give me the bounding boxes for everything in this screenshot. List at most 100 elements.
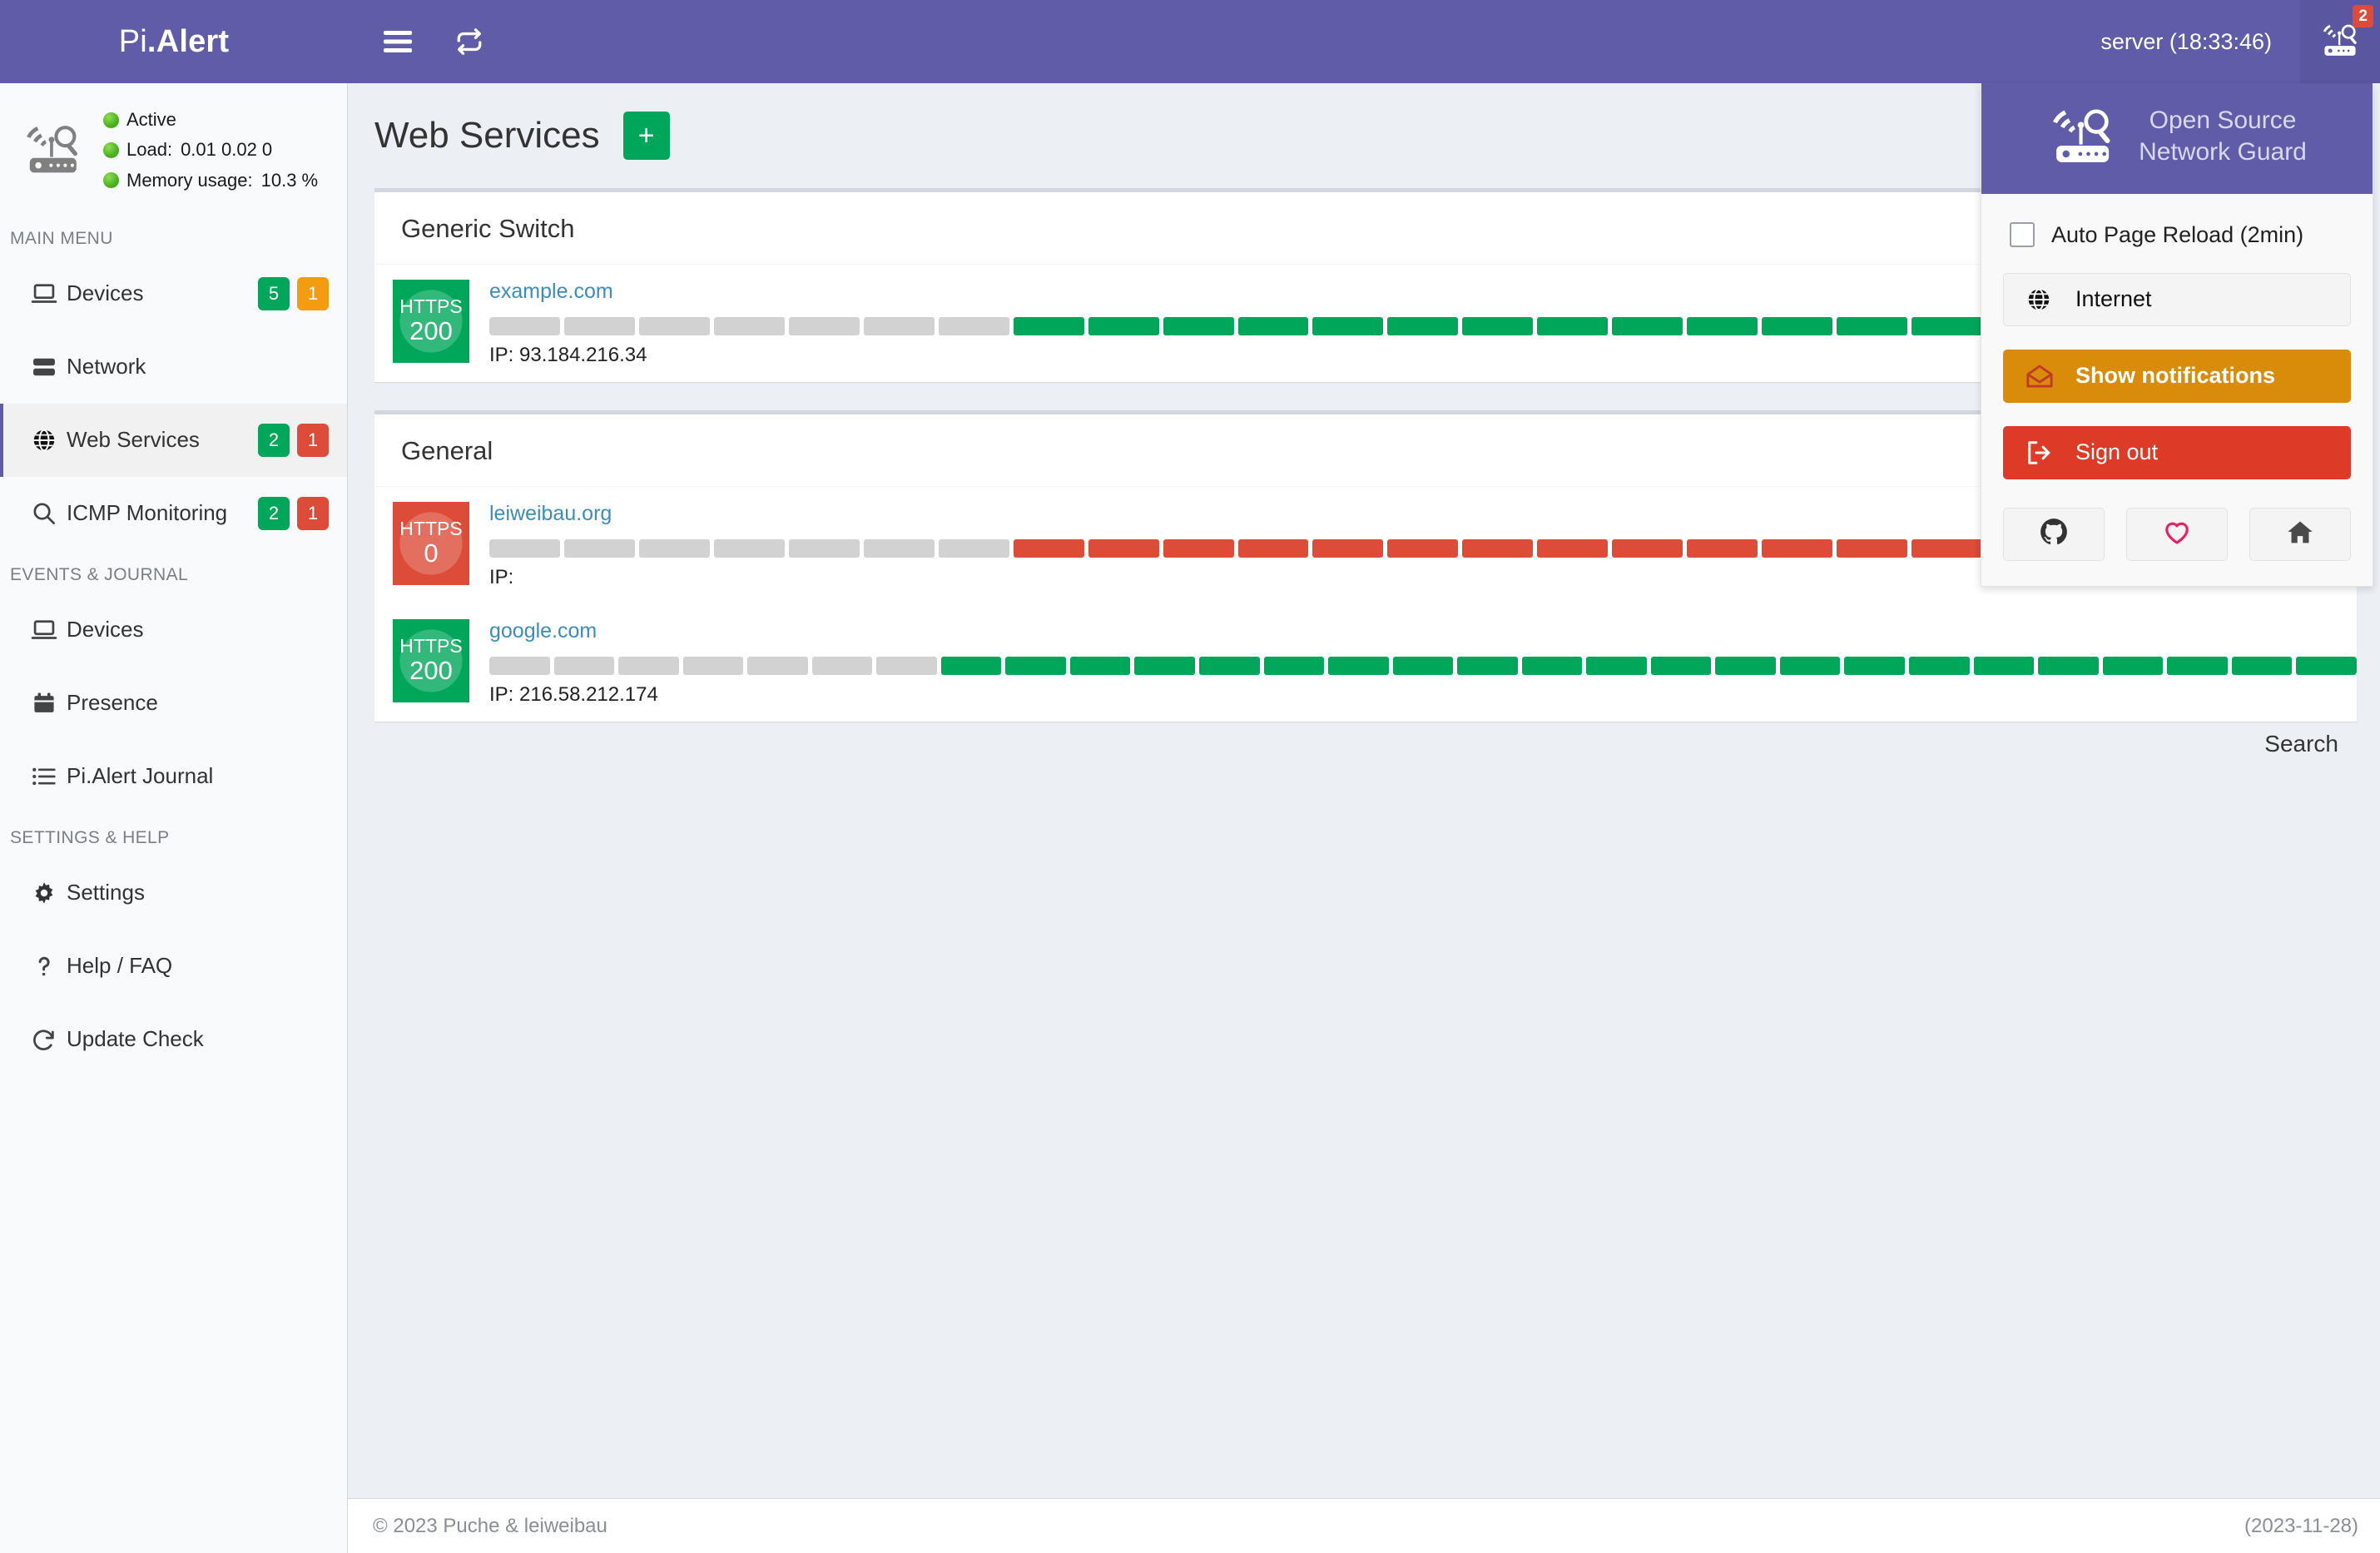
refresh-icon	[30, 1027, 67, 1052]
history-segment	[1237, 317, 1309, 335]
service-host-link[interactable]: example.com	[489, 280, 613, 305]
panel-router-scan-icon	[2047, 106, 2120, 167]
history-segment	[1392, 657, 1454, 675]
sidebar-item-pi-alert-journal[interactable]: Pi.Alert Journal	[0, 740, 347, 813]
laptop-icon	[30, 618, 67, 643]
sidebar-item-badges: 21	[258, 423, 329, 457]
sidebar-item-presence[interactable]: Presence	[0, 667, 347, 740]
brand-suffix: Alert	[156, 23, 230, 59]
home-link-button[interactable]	[2249, 507, 2351, 561]
history-segment	[1013, 317, 1084, 335]
sidebar-item-icmp-monitoring[interactable]: ICMP Monitoring 2 1	[0, 477, 347, 550]
gear-icon	[30, 881, 67, 906]
service-status-code: 200	[409, 316, 453, 346]
sidebar-item-label: Devices	[67, 280, 144, 306]
home-icon	[2286, 518, 2314, 549]
sidebar-item-update-check[interactable]: Update Check	[0, 1003, 347, 1076]
sidebar-item-web-services[interactable]: Web Services 2 1	[0, 403, 347, 477]
router-scan-icon	[22, 121, 87, 179]
history-segment	[811, 657, 873, 675]
status-memory-value: 10.3 %	[260, 169, 319, 191]
brand-text: Pi.Alert	[119, 24, 230, 60]
service-host-link[interactable]: leiweibau.org	[489, 502, 612, 528]
auto-page-reload-row[interactable]: Auto Page Reload (2min)	[2003, 217, 2351, 273]
sidebar-item-help-faq[interactable]: Help / FAQ	[0, 930, 347, 1003]
history-segment	[1837, 317, 1908, 335]
history-segment	[747, 657, 808, 675]
history-segment	[1762, 539, 1833, 558]
service-host-link[interactable]: google.com	[489, 619, 597, 645]
sidebar-item-devices[interactable]: Devices 5 1	[0, 257, 347, 330]
history-segment	[1762, 317, 1833, 335]
service-history-bar	[489, 657, 2357, 675]
sidebar-status-info: Active Load: 0.01 0.02 0 Memory usage: 1…	[87, 105, 318, 196]
donate-link-button[interactable]	[2126, 507, 2228, 561]
sidebar-item-devices[interactable]: Devices	[0, 593, 347, 667]
header-icon-group	[348, 25, 486, 58]
status-badge: 2	[258, 496, 290, 530]
history-segment	[1328, 657, 1389, 675]
brand-logo[interactable]: Pi.Alert	[0, 0, 348, 83]
history-segment	[1163, 317, 1234, 335]
status-active: Active	[103, 105, 318, 135]
user-dropdown-panel: Open Source Network Guard Auto Page Relo…	[1981, 83, 2373, 587]
auto-page-reload-label: Auto Page Reload (2min)	[2051, 221, 2304, 247]
history-segment	[938, 539, 1009, 558]
sidebar-item-network[interactable]: Network	[0, 330, 347, 404]
sidebar-status-panel: Active Load: 0.01 0.02 0 Memory usage: 1…	[0, 83, 347, 214]
panel-title-line1: Open Source	[2149, 107, 2297, 134]
heart-icon	[2163, 518, 2191, 549]
top-header: Pi.Alert server (18:33:46) 2	[0, 0, 2380, 83]
history-segment	[2167, 657, 2228, 675]
history-segment	[618, 657, 679, 675]
history-segment	[713, 317, 785, 335]
github-icon	[2040, 518, 2068, 550]
sidebar-item-label: Network	[67, 354, 146, 380]
brand-prefix: Pi	[118, 23, 147, 59]
sidebar-item-badges: 21	[258, 496, 329, 530]
menu-toggle-icon[interactable]	[381, 25, 414, 58]
sidebar-item-badges: 51	[258, 276, 329, 310]
internet-button[interactable]: Internet	[2003, 272, 2351, 326]
show-notifications-button[interactable]: Show notifications	[2003, 349, 2351, 403]
history-segment	[1844, 657, 1906, 675]
history-segment	[938, 317, 1009, 335]
history-segment	[1199, 657, 1260, 675]
history-segment	[563, 539, 635, 558]
add-service-button[interactable]: +	[622, 112, 670, 160]
panel-link-row	[2003, 507, 2351, 561]
history-segment	[1687, 317, 1758, 335]
status-dot-active	[103, 112, 119, 128]
auto-page-reload-checkbox[interactable]	[2010, 222, 2035, 248]
history-segment	[489, 317, 560, 335]
history-segment	[1088, 539, 1159, 558]
sign-out-label: Sign out	[2075, 439, 2159, 465]
history-segment	[682, 657, 744, 675]
history-segment	[863, 317, 935, 335]
search-icon	[30, 501, 67, 526]
status-load: Load: 0.01 0.02 0	[103, 135, 318, 165]
refresh-icon[interactable]	[453, 25, 486, 58]
history-segment	[2296, 657, 2357, 675]
service-status-code: 0	[424, 538, 439, 568]
history-segment	[2231, 657, 2293, 675]
sign-out-button[interactable]: Sign out	[2003, 425, 2351, 479]
service-ip-label: IP: 216.58.212.174	[489, 683, 658, 706]
github-link-button[interactable]	[2003, 507, 2105, 561]
service-status-code: 200	[409, 656, 453, 686]
history-segment	[1005, 657, 1066, 675]
panel-body: Auto Page Reload (2min) Internet Show no…	[1981, 194, 2373, 586]
sidebar-item-label: Presence	[67, 690, 158, 716]
history-segment	[1586, 657, 1647, 675]
app-root: Pi.Alert server (18:33:46) 2 Active Load…	[0, 0, 2380, 1553]
service-status-tile: HTTPS 0	[393, 502, 469, 585]
panel-header: Open Source Network Guard	[1981, 83, 2373, 194]
sidebar-section-header: EVENTS & JOURNAL	[10, 564, 189, 584]
history-segment	[1312, 539, 1384, 558]
sidebar-item-label: Web Services	[67, 427, 200, 453]
page-title: Web Services	[374, 115, 600, 156]
sidebar-item-settings[interactable]: Settings	[0, 856, 347, 930]
globe-icon	[30, 428, 67, 453]
user-menu-button[interactable]: 2	[2300, 0, 2380, 83]
sidebar-item-label: Pi.Alert Journal	[67, 763, 214, 789]
